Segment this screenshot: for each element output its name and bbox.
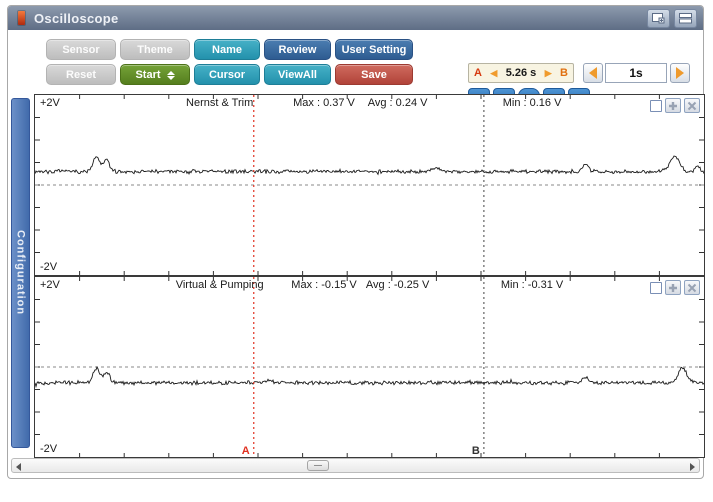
waveform-plot[interactable] bbox=[35, 95, 704, 275]
voltage-bottom-label: -2V bbox=[40, 443, 58, 455]
channel-checkbox[interactable] bbox=[650, 99, 662, 112]
expand-panel-button[interactable] bbox=[665, 98, 681, 113]
close-icon bbox=[687, 101, 697, 110]
start-button[interactable]: Start bbox=[120, 64, 190, 85]
channel-checkbox[interactable] bbox=[650, 281, 662, 294]
channel-title: Nernst & Trim bbox=[186, 97, 254, 109]
waveform-plot[interactable] bbox=[35, 277, 704, 457]
cursor-a-arrow-icon: ◀ bbox=[490, 67, 498, 78]
avg-readout: Avg : -0.25 V bbox=[365, 279, 430, 291]
viewall-button[interactable]: ViewAll bbox=[264, 64, 331, 85]
voltage-top-label: +2V bbox=[40, 279, 60, 291]
channel-title: Virtual & Pumping bbox=[175, 279, 264, 291]
cursor-b-arrow-icon: ▶ bbox=[544, 67, 552, 78]
channel-panel-nernst: +2V Nernst & Trim Max : 0.37 V Avg : 0.2… bbox=[34, 94, 705, 276]
scroll-right-icon[interactable] bbox=[690, 463, 695, 471]
window-shade-button[interactable] bbox=[674, 9, 697, 28]
title-bar: Oscilloscope bbox=[8, 6, 703, 30]
name-button[interactable]: Name bbox=[194, 39, 260, 60]
cursor-a-marker[interactable]: A bbox=[242, 445, 250, 457]
reset-button[interactable]: Reset bbox=[46, 64, 116, 85]
expand-panel-button[interactable] bbox=[665, 280, 681, 295]
save-button[interactable]: Save bbox=[335, 64, 413, 85]
plus-icon bbox=[669, 283, 677, 292]
min-readout: Min : 0.16 V bbox=[502, 97, 562, 109]
popout-window-button[interactable] bbox=[647, 9, 670, 28]
ab-cursor-readout: A ◀ 5.26 s ▶ B bbox=[468, 63, 574, 83]
cursor-a-label: A bbox=[474, 67, 482, 79]
timebase-increase-button[interactable] bbox=[670, 63, 690, 83]
close-panel-button[interactable] bbox=[684, 280, 700, 295]
ab-delta-value: 5.26 s bbox=[505, 67, 537, 79]
voltage-bottom-label: -2V bbox=[40, 261, 58, 273]
chart-stack: +2V Nernst & Trim Max : 0.37 V Avg : 0.2… bbox=[34, 94, 705, 458]
scroll-left-icon[interactable] bbox=[16, 463, 21, 471]
toolbar: Sensor Theme Name Review User Setting Re… bbox=[8, 30, 703, 107]
window-title: Oscilloscope bbox=[34, 10, 119, 26]
channel-panel-virtual: +2V Virtual & Pumping Max : -0.15 V Avg … bbox=[34, 276, 705, 458]
avg-readout: Avg : 0.24 V bbox=[367, 97, 428, 109]
popout-window-icon bbox=[652, 13, 665, 24]
cursor-button[interactable]: Cursor bbox=[194, 64, 260, 85]
theme-button[interactable]: Theme bbox=[120, 39, 190, 60]
close-panel-button[interactable] bbox=[684, 98, 700, 113]
sensor-button[interactable]: Sensor bbox=[46, 39, 116, 60]
cursor-b-marker[interactable]: B bbox=[472, 445, 480, 457]
left-arrow-icon bbox=[589, 67, 597, 79]
voltage-top-label: +2V bbox=[40, 97, 60, 109]
oscilloscope-window: Oscilloscope Sensor Theme Name Review Us… bbox=[7, 5, 705, 479]
timebase-value[interactable]: 1s bbox=[605, 63, 667, 83]
cursor-b-label: B bbox=[560, 67, 568, 79]
configuration-tab-label: Configuration bbox=[14, 230, 27, 316]
plus-icon bbox=[669, 101, 677, 110]
start-spinner-icon bbox=[166, 70, 175, 80]
right-arrow-icon bbox=[676, 67, 684, 79]
min-readout: Min : -0.31 V bbox=[500, 279, 564, 291]
horizontal-scrollbar[interactable] bbox=[11, 458, 700, 473]
app-icon bbox=[18, 11, 25, 25]
main-area: Configuration +2V Nernst & Trim Max : 0.… bbox=[8, 94, 705, 458]
user-setting-button[interactable]: User Setting bbox=[335, 39, 413, 60]
max-readout: Max : 0.37 V bbox=[293, 97, 355, 109]
start-button-label: Start bbox=[135, 69, 161, 81]
scrollbar-thumb[interactable] bbox=[307, 460, 329, 471]
close-icon bbox=[687, 283, 697, 292]
max-readout: Max : -0.15 V bbox=[291, 279, 357, 291]
configuration-tab[interactable]: Configuration bbox=[11, 98, 30, 448]
timebase-decrease-button[interactable] bbox=[583, 63, 603, 83]
review-button[interactable]: Review bbox=[264, 39, 331, 60]
window-shade-icon bbox=[679, 13, 692, 24]
